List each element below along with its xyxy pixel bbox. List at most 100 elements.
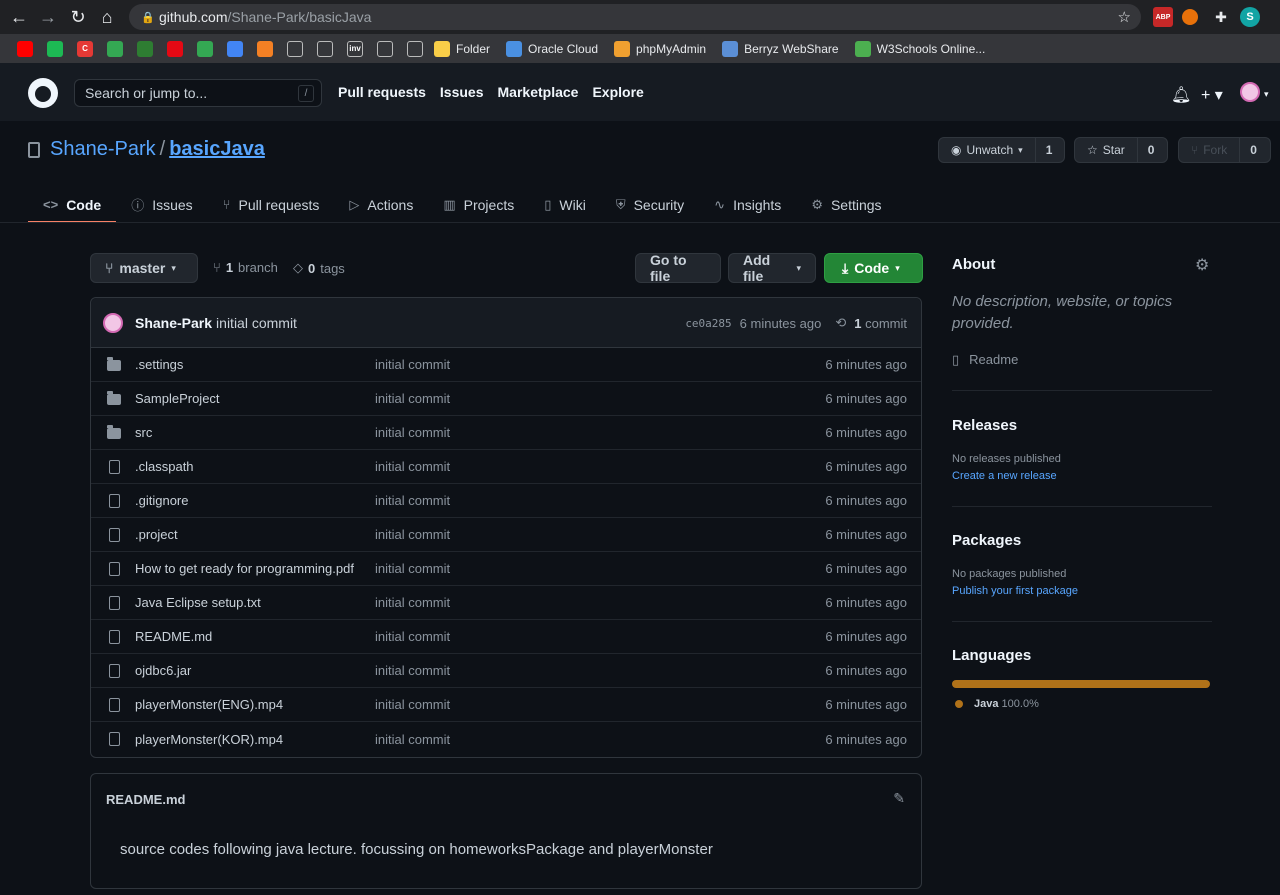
readme-link[interactable]: ▯ Readme bbox=[952, 352, 1018, 368]
user-avatar[interactable] bbox=[1240, 82, 1260, 102]
watch-count[interactable]: 1 bbox=[1036, 143, 1063, 157]
fork-button[interactable]: ⑂ Fork 0 bbox=[1178, 137, 1271, 163]
forward-arrow-icon[interactable]: → bbox=[33, 2, 63, 32]
commit-author[interactable]: Shane-Park bbox=[135, 315, 212, 331]
file-name-link[interactable]: Java Eclipse setup.txt bbox=[135, 595, 261, 610]
tab-wiki[interactable]: ▯ Wiki bbox=[529, 186, 601, 223]
file-name-link[interactable]: .gitignore bbox=[135, 493, 188, 508]
file-commit-message[interactable]: initial commit bbox=[375, 629, 450, 644]
tab-insights[interactable]: ∿ Insights bbox=[699, 186, 796, 223]
back-arrow-icon[interactable]: ← bbox=[4, 2, 34, 32]
bookmark-site-icon[interactable]: inv bbox=[347, 40, 363, 57]
bookmark-site-icon[interactable] bbox=[227, 40, 243, 57]
tab-projects[interactable]: ▥ Projects bbox=[428, 186, 529, 223]
repo-name-link[interactable]: basicJava bbox=[169, 138, 265, 161]
profile-avatar[interactable]: S bbox=[1240, 7, 1260, 27]
file-name-link[interactable]: .settings bbox=[135, 357, 183, 372]
file-name-link[interactable]: README.md bbox=[135, 629, 212, 644]
bookmark-site-icon[interactable] bbox=[407, 40, 423, 57]
puzzle-extensions-icon[interactable]: ✚ bbox=[1211, 7, 1231, 27]
nav-pull-requests[interactable]: Pull requests bbox=[338, 84, 426, 100]
file-name-link[interactable]: playerMonster(KOR).mp4 bbox=[135, 732, 283, 747]
tab-pull-requests[interactable]: ⑂ Pull requests bbox=[208, 186, 335, 223]
releases-heading[interactable]: Releases bbox=[952, 417, 1017, 434]
file-commit-message[interactable]: initial commit bbox=[375, 527, 450, 542]
bookmark-site-icon[interactable] bbox=[107, 40, 123, 57]
bookmark-site-icon[interactable] bbox=[317, 40, 333, 57]
bookmark-star-icon[interactable]: ☆ bbox=[1118, 8, 1131, 26]
file-commit-message[interactable]: initial commit bbox=[375, 663, 450, 678]
branches-link[interactable]: ⑂ 1 branch bbox=[213, 260, 278, 275]
file-name-link[interactable]: src bbox=[135, 425, 152, 440]
file-commit-message[interactable]: initial commit bbox=[375, 561, 450, 576]
bookmark-item[interactable]: W3Schools Online... bbox=[851, 40, 985, 57]
bookmark-site-icon[interactable] bbox=[47, 40, 63, 57]
tab-actions[interactable]: ▷ Actions bbox=[334, 186, 428, 223]
star-button[interactable]: ☆ Star 0 bbox=[1074, 137, 1168, 163]
fork-count[interactable]: 0 bbox=[1240, 143, 1267, 157]
extension-icon[interactable] bbox=[1182, 9, 1198, 25]
home-icon[interactable]: ⌂ bbox=[92, 2, 122, 32]
tab-issues[interactable]: ⓘ Issues bbox=[116, 186, 207, 223]
nav-issues[interactable]: Issues bbox=[440, 84, 484, 100]
gear-icon[interactable]: ⚙ bbox=[1195, 255, 1209, 275]
star-count[interactable]: 0 bbox=[1138, 143, 1165, 157]
file-name-link[interactable]: ojdbc6.jar bbox=[135, 663, 191, 678]
packages-heading[interactable]: Packages bbox=[952, 532, 1021, 549]
branch-select-button[interactable]: ⑂ master ▾ bbox=[90, 253, 198, 283]
tab-security[interactable]: ⛨ Security bbox=[601, 186, 699, 223]
nav-marketplace[interactable]: Marketplace bbox=[498, 84, 579, 100]
tab-settings[interactable]: ⚙ Settings bbox=[796, 186, 896, 223]
file-name-link[interactable]: playerMonster(ENG).mp4 bbox=[135, 697, 283, 712]
readme-title[interactable]: README.md bbox=[106, 792, 185, 807]
go-to-file-button[interactable]: Go to file bbox=[635, 252, 721, 284]
file-name-link[interactable]: SampleProject bbox=[135, 391, 220, 406]
nav-explore[interactable]: Explore bbox=[592, 84, 643, 100]
tags-link[interactable]: ◇ 0 tags bbox=[293, 260, 345, 276]
file-commit-message[interactable]: initial commit bbox=[375, 493, 450, 508]
file-commit-message[interactable]: initial commit bbox=[375, 391, 450, 406]
tab-code[interactable]: <> Code bbox=[28, 186, 117, 223]
github-logo-icon[interactable] bbox=[28, 78, 58, 108]
commit-message[interactable]: initial commit bbox=[216, 315, 297, 331]
bookmark-site-icon[interactable] bbox=[377, 40, 393, 57]
file-name-link[interactable]: .classpath bbox=[135, 459, 194, 474]
bookmark-site-icon[interactable] bbox=[137, 40, 153, 57]
reload-icon[interactable]: ↻ bbox=[63, 2, 93, 32]
language-java[interactable]: Java 100.0% bbox=[974, 698, 1039, 710]
file-commit-message[interactable]: initial commit bbox=[375, 732, 450, 747]
bookmark-item[interactable]: Folder bbox=[430, 40, 490, 57]
code-download-button[interactable]: ⤓ Code ▾ bbox=[824, 253, 923, 283]
avatar-caret-icon[interactable]: ▾ bbox=[1264, 89, 1269, 100]
bookmark-site-icon[interactable] bbox=[17, 40, 33, 57]
bookmark-site-icon[interactable] bbox=[287, 40, 303, 57]
commit-sha[interactable]: ce0a285 bbox=[685, 317, 731, 330]
address-bar[interactable]: 🔒 github.com/Shane-Park/basicJava ☆ bbox=[129, 4, 1141, 30]
file-name-link[interactable]: .project bbox=[135, 527, 178, 542]
bookmark-item[interactable]: Berryz WebShare bbox=[718, 40, 839, 57]
pencil-edit-icon[interactable]: ✎ bbox=[893, 790, 905, 807]
bookmark-site-icon[interactable] bbox=[197, 40, 213, 57]
plus-dropdown-icon[interactable]: + ▾ bbox=[1201, 85, 1223, 105]
commits-link[interactable]: 1 commit bbox=[854, 316, 907, 331]
bell-icon[interactable]: 🔔︎ bbox=[1171, 85, 1191, 105]
adblock-extension-icon[interactable]: ABP bbox=[1153, 7, 1173, 27]
file-commit-message[interactable]: initial commit bbox=[375, 357, 450, 372]
file-commit-message[interactable]: initial commit bbox=[375, 425, 450, 440]
file-commit-message[interactable]: initial commit bbox=[375, 595, 450, 610]
unwatch-button[interactable]: ◉ Unwatch ▾ 1 bbox=[938, 137, 1065, 163]
bookmark-item[interactable]: phpMyAdmin bbox=[610, 40, 706, 57]
create-release-link[interactable]: Create a new release bbox=[952, 470, 1057, 482]
repo-owner-link[interactable]: Shane-Park bbox=[50, 138, 156, 161]
file-commit-message[interactable]: initial commit bbox=[375, 697, 450, 712]
search-input[interactable]: Search or jump to... / bbox=[74, 79, 322, 107]
file-commit-message[interactable]: initial commit bbox=[375, 459, 450, 474]
file-name-link[interactable]: How to get ready for programming.pdf bbox=[135, 561, 354, 576]
add-file-button[interactable]: Add file ▾ bbox=[728, 252, 816, 284]
publish-package-link[interactable]: Publish your first package bbox=[952, 585, 1078, 597]
bookmark-item[interactable]: Oracle Cloud bbox=[502, 40, 598, 57]
bookmark-site-icon[interactable]: C bbox=[77, 40, 93, 57]
bookmark-site-icon[interactable] bbox=[167, 40, 183, 57]
bookmark-site-icon[interactable] bbox=[257, 40, 273, 57]
avatar[interactable] bbox=[103, 312, 123, 333]
